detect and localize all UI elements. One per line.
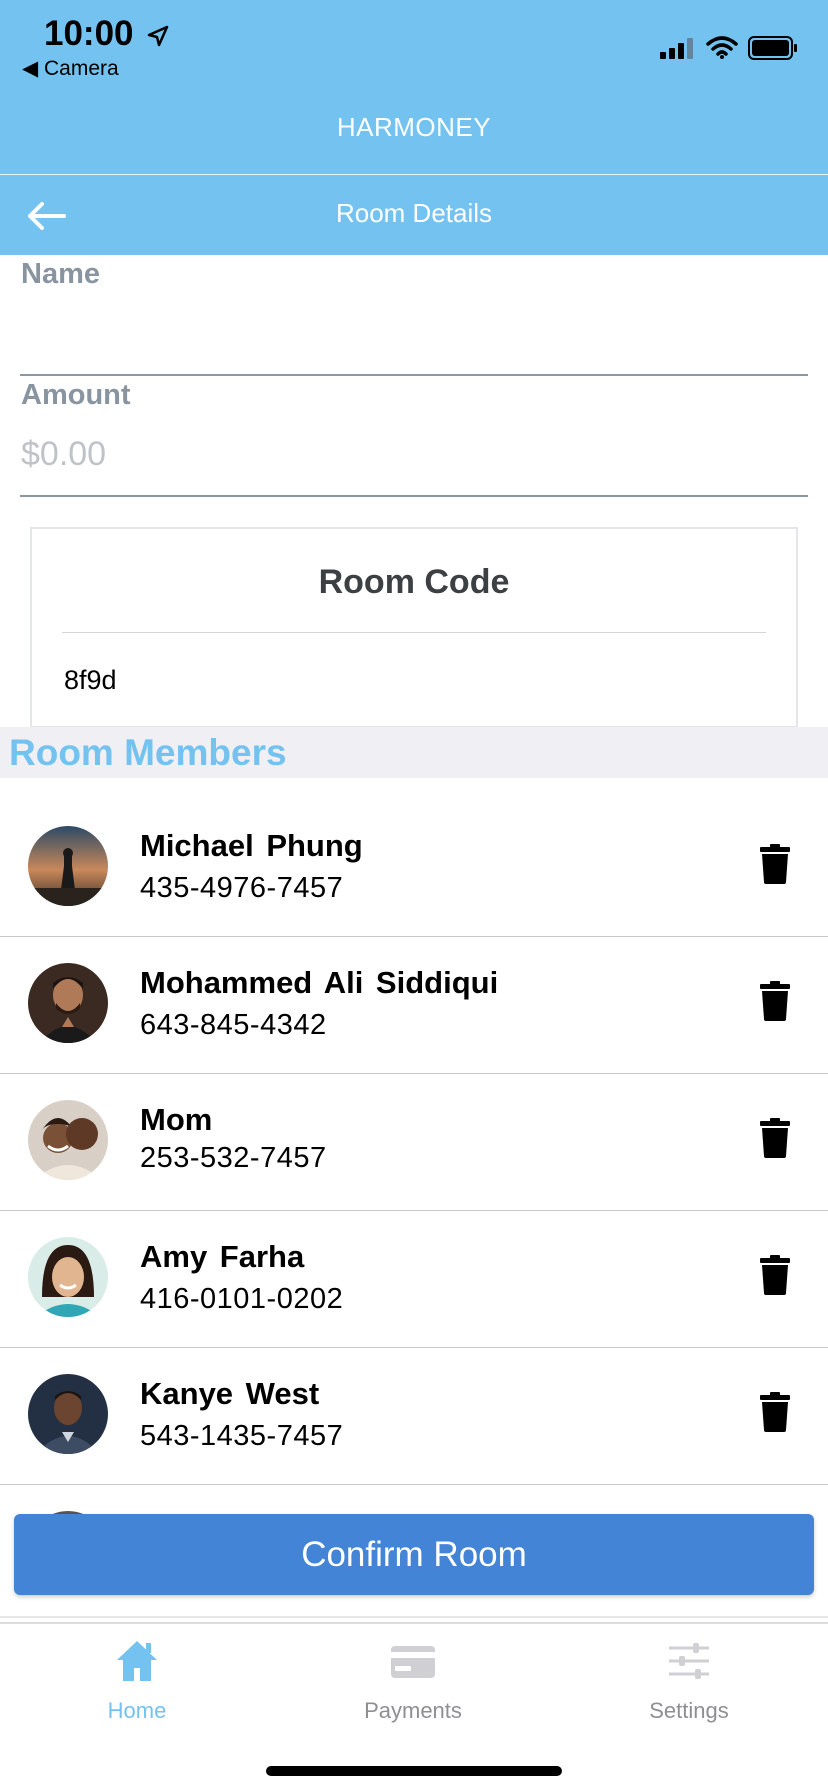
avatar: [28, 1100, 108, 1180]
amount-label: Amount: [21, 379, 131, 411]
members-list[interactable]: Michael Phung 435-4976-7457 Mohammed Ali…: [0, 800, 828, 1520]
room-members-title: Room Members: [9, 732, 287, 773]
tab-label: Home: [107, 1698, 167, 1723]
member-name: Michael Phung: [140, 828, 363, 863]
member-name: Kanye West: [140, 1376, 320, 1411]
home-icon: [117, 1641, 157, 1681]
trash-icon[interactable]: [760, 844, 790, 884]
room-members-header: Room Members: [0, 727, 828, 778]
name-label: Name: [21, 258, 100, 290]
back-to-app-link[interactable]: ◀ Camera: [22, 56, 119, 81]
member-name: Amy Farha: [140, 1239, 305, 1274]
avatar: [28, 1237, 108, 1317]
tab-settings[interactable]: Settings: [599, 1638, 779, 1724]
location-arrow-icon: [148, 25, 169, 46]
app-title: HARMONEY: [336, 112, 492, 142]
room-code-title: Room Code: [318, 563, 510, 601]
room-code-value: 8f9d: [64, 665, 117, 695]
amount-underline: [20, 495, 808, 497]
member-phone: 416-0101-0202: [140, 1283, 344, 1315]
credit-card-icon: [391, 1646, 435, 1678]
member-phone: 435-4976-7457: [140, 872, 344, 904]
signal-icon: [660, 38, 693, 59]
avatar: [28, 826, 108, 906]
member-name: Mom: [140, 1102, 213, 1137]
tab-home[interactable]: Home: [47, 1638, 227, 1724]
trash-icon[interactable]: [760, 1255, 790, 1295]
avatar: [28, 963, 108, 1043]
app-header: 10:00 ◀ Camera HARMONEY Room Details: [0, 0, 828, 255]
member-row[interactable]: Mom 253-532-7457: [0, 1074, 828, 1211]
member-phone: 253-532-7457: [140, 1142, 327, 1174]
status-time: 10:00: [44, 14, 169, 54]
header-divider: [0, 174, 828, 175]
member-name: Mohammed Ali Siddiqui: [140, 965, 499, 1000]
trash-icon[interactable]: [760, 981, 790, 1021]
tab-payments[interactable]: Payments: [323, 1638, 503, 1724]
amount-input[interactable]: [21, 428, 807, 480]
home-indicator: [266, 1766, 562, 1776]
member-phone: 543-1435-7457: [140, 1420, 344, 1452]
wifi-icon: [706, 36, 738, 59]
confirm-room-button[interactable]: Confirm Room: [14, 1514, 814, 1595]
back-triangle-icon: ◀: [22, 57, 39, 80]
room-code-card: Room Code 8f9d: [30, 527, 798, 728]
member-phone: 643-845-4342: [140, 1009, 327, 1041]
page-title: Room Details: [335, 198, 493, 228]
member-row[interactable]: Kanye West 543-1435-7457: [0, 1348, 828, 1485]
member-row[interactable]: Amy Farha 416-0101-0202: [0, 1211, 828, 1348]
name-underline: [20, 374, 808, 376]
member-row[interactable]: Mohammed Ali Siddiqui 643-845-4342: [0, 937, 828, 1074]
sliders-icon: [669, 1643, 709, 1679]
trash-icon[interactable]: [760, 1392, 790, 1432]
trash-icon[interactable]: [760, 1118, 790, 1158]
battery-icon: [748, 36, 797, 60]
room-code-divider: [62, 632, 766, 633]
member-row[interactable]: Michael Phung 435-4976-7457: [0, 800, 828, 937]
tab-label: Settings: [649, 1698, 729, 1723]
avatar: [28, 1374, 108, 1454]
tab-label: Payments: [364, 1698, 462, 1723]
status-icons: [660, 36, 798, 60]
name-input[interactable]: [21, 306, 807, 358]
